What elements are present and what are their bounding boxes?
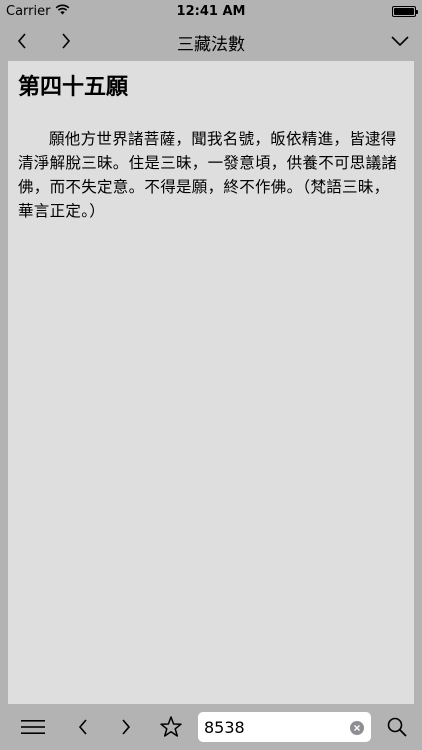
chevron-down-icon [391, 36, 409, 47]
search-field-container [198, 712, 371, 742]
next-button[interactable] [111, 713, 141, 741]
clear-search-button[interactable] [350, 720, 364, 735]
entry-body: 願他方世界諸菩薩，聞我名號，皈依精進，皆逮得清淨解脫三昧。住是三昧，一發意頃，供… [18, 130, 398, 220]
search-button[interactable] [382, 713, 412, 741]
clear-circle-icon [350, 721, 364, 735]
wifi-icon [55, 4, 70, 19]
bookmark-button[interactable] [156, 713, 186, 741]
search-input[interactable] [204, 717, 344, 737]
entry-heading: 第四十五願 [18, 75, 129, 100]
previous-button[interactable] [68, 713, 98, 741]
star-icon [160, 716, 182, 737]
menu-button[interactable] [18, 713, 48, 741]
status-left: Carrier [6, 4, 70, 19]
status-bar: Carrier 12:41 AM [0, 0, 422, 22]
chevron-right-icon [62, 33, 71, 49]
back-button[interactable] [8, 28, 36, 54]
carrier-label: Carrier [6, 3, 51, 19]
forward-button[interactable] [52, 28, 80, 54]
navigation-bar: 三藏法數 [0, 22, 422, 60]
hamburger-menu-icon [21, 720, 45, 734]
dropdown-button[interactable] [384, 28, 416, 54]
content-panel: 第四十五願 願他方世界諸菩薩，聞我名號，皈依精進，皆逮得清淨解脫三昧。住是三昧，… [8, 61, 414, 704]
chevron-left-icon [78, 719, 87, 735]
chevron-right-icon [122, 719, 131, 735]
chevron-left-icon [17, 33, 26, 49]
battery-icon [392, 5, 418, 17]
search-icon [387, 717, 407, 737]
